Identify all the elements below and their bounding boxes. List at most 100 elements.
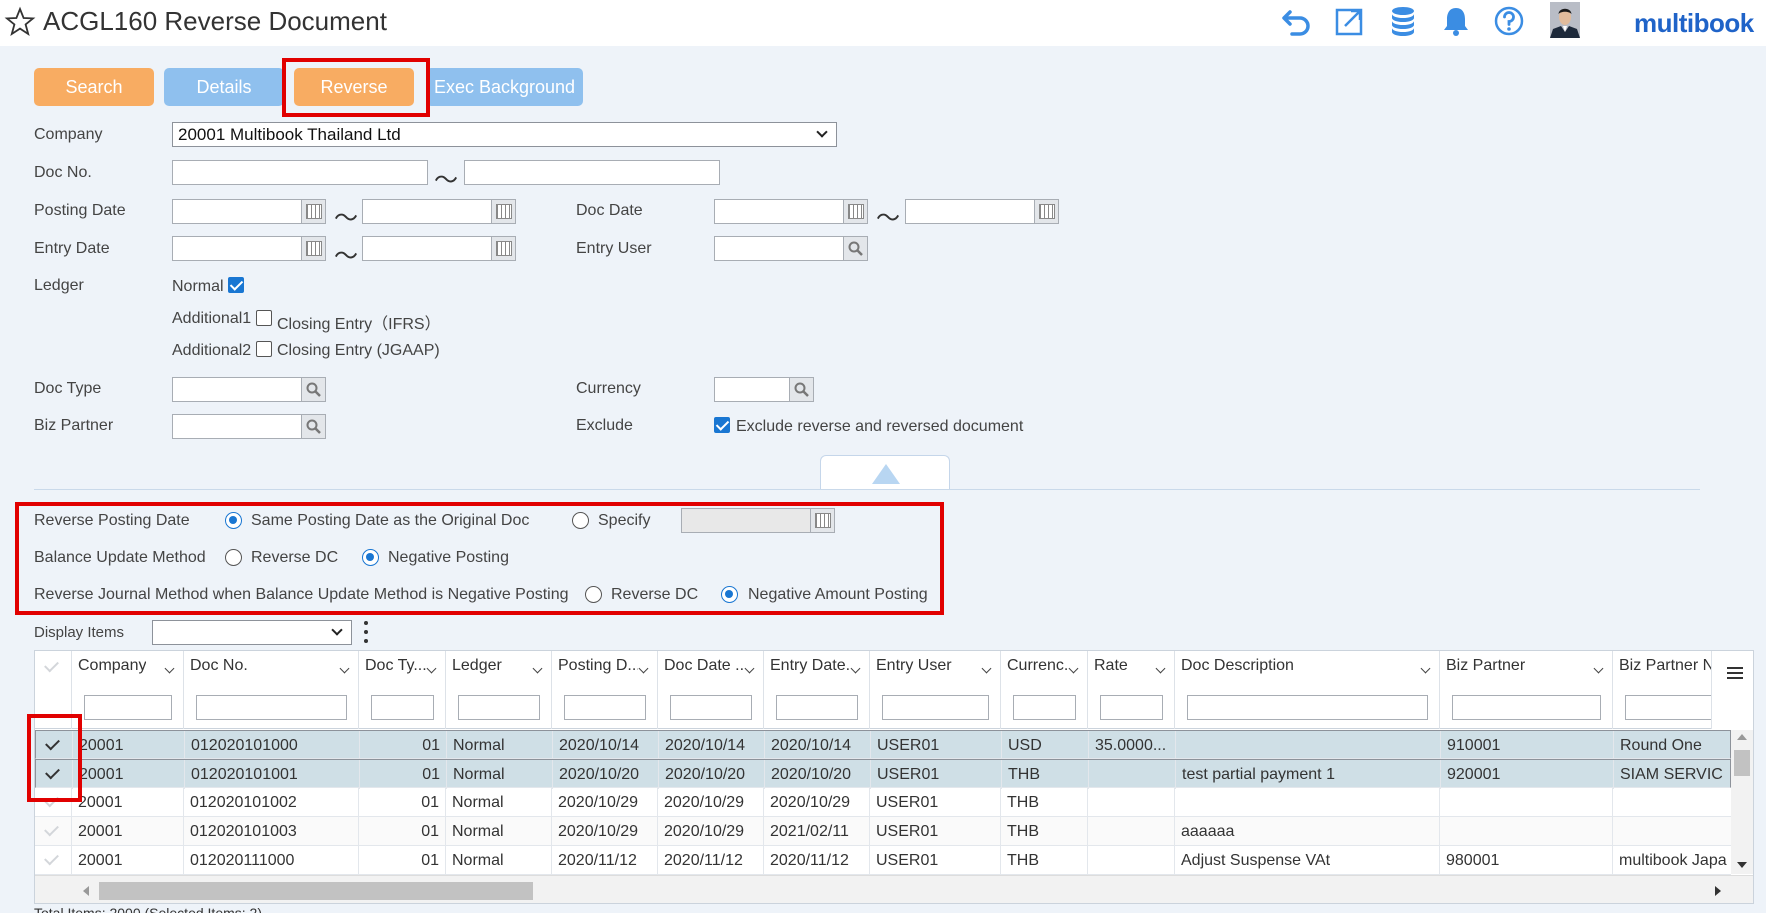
table-cell: USER01: [870, 846, 1001, 875]
exclude-reversed-checkbox[interactable]: [714, 417, 730, 433]
calendar-icon[interactable]: [491, 237, 515, 260]
doc-date-to-input[interactable]: [905, 199, 1059, 224]
column-header[interactable]: Entry Date...: [764, 651, 870, 729]
calendar-icon[interactable]: [301, 200, 325, 223]
sort-chevron-icon[interactable]: [164, 663, 175, 674]
open-external-icon[interactable]: [1333, 4, 1367, 38]
column-filter-input[interactable]: [670, 695, 752, 720]
column-filter-input[interactable]: [1013, 695, 1076, 720]
vertical-scrollbar[interactable]: [1731, 730, 1753, 874]
column-filter-input[interactable]: [564, 695, 646, 720]
column-header[interactable]: Entry User: [870, 651, 1001, 729]
column-header[interactable]: Rate: [1088, 651, 1175, 729]
help-icon[interactable]: [1492, 4, 1526, 38]
sort-chevron-icon[interactable]: [426, 663, 437, 674]
doc-date-from-input[interactable]: [714, 199, 868, 224]
search-icon[interactable]: [789, 378, 813, 401]
calendar-icon[interactable]: [1034, 200, 1058, 223]
column-filter-input[interactable]: [1100, 695, 1163, 720]
notification-bell-icon[interactable]: [1439, 4, 1473, 38]
column-filter-input[interactable]: [196, 695, 347, 720]
table-cell: 20001: [72, 846, 184, 875]
calendar-icon[interactable]: [301, 237, 325, 260]
table-cell: 01: [360, 731, 447, 760]
column-filter-input[interactable]: [776, 695, 858, 720]
vertical-scroll-thumb[interactable]: [1734, 750, 1750, 776]
scroll-right-icon[interactable]: [1715, 886, 1721, 896]
table-row[interactable]: 20001 012020101001 01 Normal 2020/10/20 2020/…: [35, 759, 1731, 789]
posting-date-from-input[interactable]: [172, 199, 326, 224]
entry-date-to-input[interactable]: [362, 236, 516, 261]
table-row[interactable]: 20001 012020101000 01 Normal 2020/10/14 2020/…: [35, 730, 1731, 760]
calendar-icon[interactable]: [491, 200, 515, 223]
grid-header: Company Doc No. Doc Ty... Ledger Posting D..…: [35, 651, 1753, 729]
row-select-checkbox[interactable]: [35, 817, 72, 846]
document-grid: Company Doc No. Doc Ty... Ledger Posting D..…: [34, 650, 1754, 904]
row-select-checkbox[interactable]: [35, 846, 72, 875]
display-items-select[interactable]: [152, 620, 352, 645]
search-icon[interactable]: [301, 378, 325, 401]
posting-date-to-input[interactable]: [362, 199, 516, 224]
horizontal-scrollbar[interactable]: [35, 875, 1753, 903]
column-header[interactable]: Currenc...: [1001, 651, 1088, 729]
sort-chevron-icon[interactable]: [1593, 663, 1604, 674]
column-filter-input[interactable]: [1187, 695, 1428, 720]
table-cell: 2020/11/12: [658, 846, 764, 875]
column-header[interactable]: Ledger: [446, 651, 552, 729]
doc-no-from-input[interactable]: [172, 160, 428, 185]
column-filter-input[interactable]: [1452, 695, 1601, 720]
closing-ifrs-checkbox[interactable]: [256, 310, 272, 326]
doc-type-input[interactable]: [172, 377, 326, 402]
sort-chevron-icon[interactable]: [638, 663, 649, 674]
scroll-down-icon[interactable]: [1737, 862, 1747, 868]
user-avatar[interactable]: [1550, 2, 1580, 38]
sort-chevron-icon[interactable]: [339, 663, 350, 674]
closing-jgaap-checkbox[interactable]: [256, 341, 272, 357]
entry-user-input[interactable]: [714, 236, 868, 261]
column-filter-input[interactable]: [84, 695, 172, 720]
column-header[interactable]: Biz Partner: [1440, 651, 1613, 729]
company-select[interactable]: 20001 Multibook Thailand Ltd: [172, 122, 837, 147]
table-cell: 2020/10/29: [552, 788, 658, 817]
sort-chevron-icon[interactable]: [1068, 663, 1079, 674]
sort-chevron-icon[interactable]: [1420, 663, 1431, 674]
column-header[interactable]: Doc No.: [184, 651, 359, 729]
database-icon[interactable]: [1386, 4, 1420, 38]
details-button[interactable]: Details: [164, 68, 284, 106]
column-header[interactable]: Doc Ty...: [359, 651, 446, 729]
column-filter-input[interactable]: [882, 695, 989, 720]
calendar-icon[interactable]: [843, 200, 867, 223]
column-header[interactable]: Posting D...: [552, 651, 658, 729]
exec-background-button[interactable]: Exec Background: [426, 68, 583, 106]
sort-chevron-icon[interactable]: [850, 663, 861, 674]
search-icon[interactable]: [843, 237, 867, 260]
entry-date-from-input[interactable]: [172, 236, 326, 261]
horizontal-scroll-thumb[interactable]: [99, 882, 533, 900]
undo-icon[interactable]: [1280, 4, 1314, 38]
column-filter-input[interactable]: [458, 695, 540, 720]
table-row[interactable]: 20001 012020101002 01 Normal 2020/10/29 2020/…: [35, 788, 1731, 817]
table-row[interactable]: 20001 012020111000 01 Normal 2020/11/12 2020/…: [35, 846, 1731, 875]
favorite-star-icon[interactable]: [4, 6, 36, 38]
biz-partner-input[interactable]: [172, 414, 326, 439]
table-row[interactable]: 20001 012020101003 01 Normal 2020/10/29 2020/…: [35, 817, 1731, 846]
sort-chevron-icon[interactable]: [532, 663, 543, 674]
column-header[interactable]: Doc Description: [1175, 651, 1440, 729]
search-button[interactable]: Search: [34, 68, 154, 106]
collapse-toggle[interactable]: [820, 455, 950, 490]
column-filter-input[interactable]: [371, 695, 434, 720]
column-header[interactable]: Company: [72, 651, 184, 729]
scroll-left-icon[interactable]: [83, 886, 89, 896]
sort-chevron-icon[interactable]: [744, 663, 755, 674]
sort-chevron-icon[interactable]: [981, 663, 992, 674]
sort-chevron-icon[interactable]: [1155, 663, 1166, 674]
currency-input[interactable]: [714, 377, 814, 402]
ledger-normal-label: Normal: [172, 278, 224, 295]
search-icon[interactable]: [301, 415, 325, 438]
scroll-up-icon[interactable]: [1737, 734, 1747, 740]
column-header[interactable]: Doc Date ...: [658, 651, 764, 729]
ledger-normal-checkbox[interactable]: [228, 277, 244, 293]
more-options-icon[interactable]: [362, 620, 370, 646]
doc-no-to-input[interactable]: [464, 160, 720, 185]
column-menu-icon[interactable]: [1711, 651, 1753, 729]
